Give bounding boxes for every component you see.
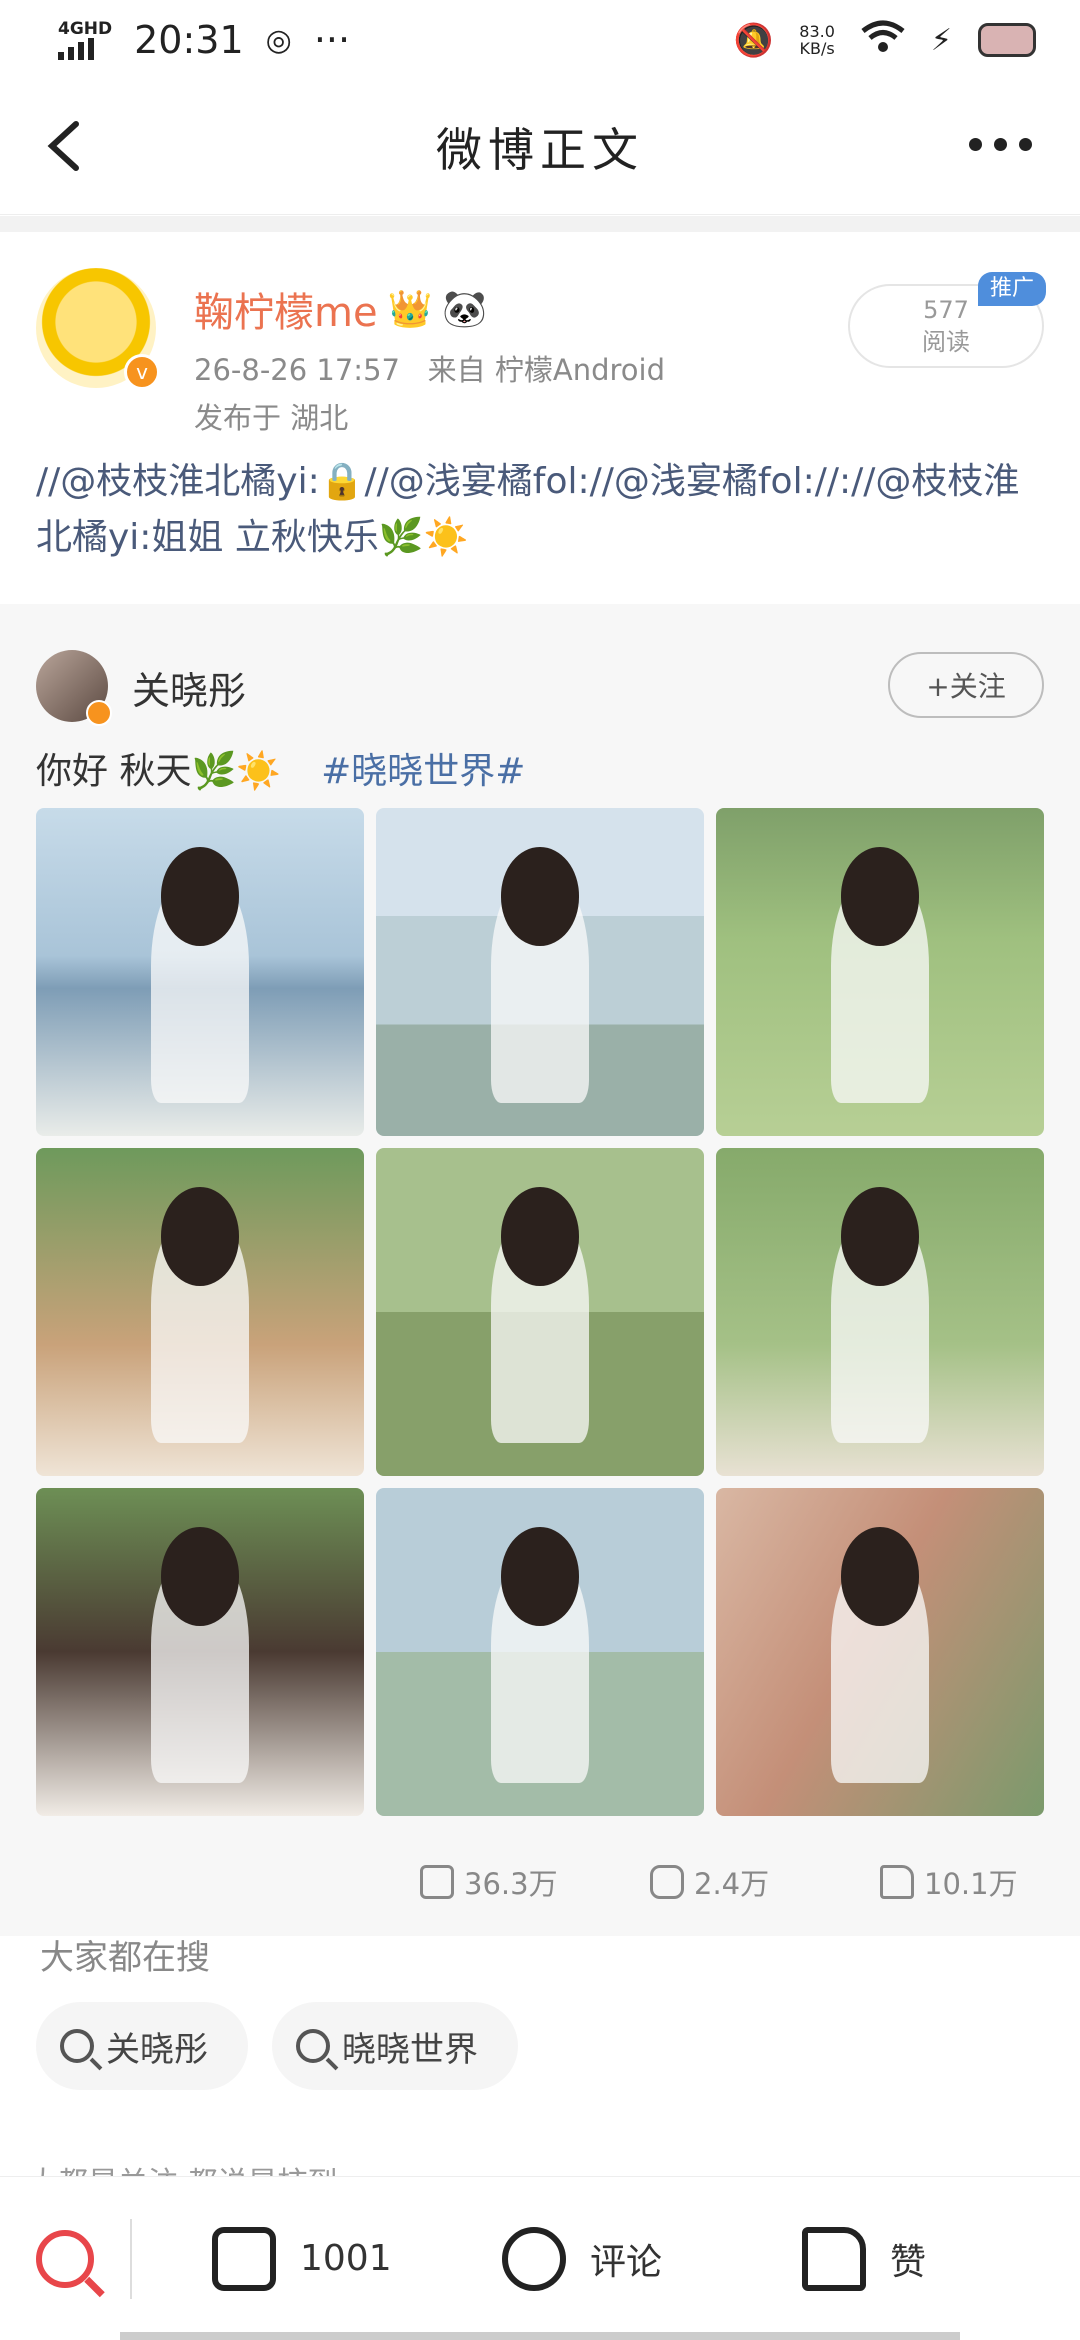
repost-count: 1001 xyxy=(300,2238,392,2279)
photo-8[interactable] xyxy=(376,1488,704,1816)
thumbs-up-icon xyxy=(802,2226,866,2291)
comment-action[interactable]: 2.4万 xyxy=(650,1861,880,1903)
comment-icon xyxy=(502,2226,566,2291)
photo-2[interactable] xyxy=(376,808,704,1136)
comment-button[interactable]: 评论 xyxy=(462,2226,762,2291)
page-title: 微博正文 xyxy=(436,123,644,177)
back-icon[interactable] xyxy=(38,116,98,176)
share-icon xyxy=(212,2226,276,2291)
network-indicator: 4GHD xyxy=(58,20,112,60)
mute-icon: 🔕 xyxy=(733,21,774,59)
post-author-name: 鞠柠檬me xyxy=(194,290,378,336)
post-time-source: 26-8-26 17:57 来自 柠檬Android xyxy=(194,346,665,394)
charging-icon: ⚡ xyxy=(930,22,952,58)
post-text: //@枝枝淮北橘yi:🔒//@浅宴橘fol://@浅宴橘fol://://@枝枝… xyxy=(36,461,1020,558)
trending-search-title: 大家都在搜 xyxy=(40,1938,210,1978)
comment-icon xyxy=(650,1865,684,1899)
search-chips: 关晓彤 晓晓世界 xyxy=(36,2002,518,2090)
post-author[interactable]: 鞠柠檬me 👑 🐼 xyxy=(194,280,487,338)
photo-1[interactable] xyxy=(36,808,364,1136)
cut-off-text: 大都是关注 都说是柿到 xyxy=(28,2158,338,2176)
network-label: 4GHD xyxy=(58,19,113,39)
repost-body: 你好 秋天🌿☀️ xyxy=(36,751,282,792)
status-right: 🔕 83.0 KB/s ⚡ xyxy=(733,18,1036,62)
promo-badge[interactable]: 推广 xyxy=(978,272,1046,306)
speed-value: 83.0 xyxy=(799,22,835,41)
wifi-icon xyxy=(861,18,905,62)
repost-card[interactable]: 关晓彤 +关注 你好 秋天🌿☀️ #晓晓世界# 36.3万 2.4万 10.1万 xyxy=(0,604,1080,1936)
weibo-notify-icon: ◎ xyxy=(265,22,292,58)
search-icon xyxy=(36,2229,94,2288)
follow-button[interactable]: +关注 xyxy=(888,652,1044,718)
status-bar: 4GHD 20:31 ◎ ··· 🔕 83.0 KB/s ⚡ xyxy=(0,0,1080,80)
share-count: 36.3万 xyxy=(464,1867,558,1901)
search-chip[interactable]: 晓晓世界 xyxy=(272,2002,518,2090)
post-meta: 26-8-26 17:57 来自 柠檬Android 发布于 湖北 xyxy=(194,346,665,442)
comment-label: 评论 xyxy=(590,2241,663,2283)
post-location: 发布于 湖北 xyxy=(194,401,349,435)
repost-author-name[interactable]: 关晓彤 xyxy=(132,660,246,715)
photo-5[interactable] xyxy=(376,1148,704,1476)
hashtag-link[interactable]: #晓晓世界# xyxy=(321,751,525,792)
photo-6[interactable] xyxy=(716,1148,1044,1476)
photo-3[interactable] xyxy=(716,808,1044,1136)
more-options-icon[interactable] xyxy=(969,138,1032,151)
search-button[interactable] xyxy=(0,2229,130,2288)
verified-badge-icon xyxy=(86,700,112,726)
clock: 20:31 xyxy=(134,18,244,62)
share-action[interactable]: 36.3万 xyxy=(420,1861,650,1903)
panda-icon: 🐼 xyxy=(442,289,488,330)
home-indicator[interactable] xyxy=(120,2332,960,2340)
repost-actions: 36.3万 2.4万 10.1万 xyxy=(0,1842,1080,1922)
repost-button[interactable]: 1001 xyxy=(162,2226,462,2291)
section-divider xyxy=(0,216,1080,232)
post-time: 26-8-26 17:57 xyxy=(194,353,400,387)
photo-7[interactable] xyxy=(36,1488,364,1816)
photo-grid xyxy=(36,808,1044,1816)
search-chip-label: 关晓彤 xyxy=(106,2029,208,2070)
crown-icon: 👑 xyxy=(387,289,433,330)
verified-badge-icon: v xyxy=(124,354,160,390)
speed-unit: KB/s xyxy=(799,39,835,58)
search-icon xyxy=(296,2029,330,2063)
avatar[interactable]: v xyxy=(36,268,160,390)
more-notifications-icon: ··· xyxy=(313,18,351,62)
thumbs-up-icon xyxy=(880,1865,914,1899)
repost-text: 你好 秋天🌿☀️ #晓晓世界# xyxy=(36,742,525,794)
share-icon xyxy=(420,1865,454,1899)
like-label: 赞 xyxy=(890,2241,927,2283)
post-source: 来自 柠檬Android xyxy=(427,353,665,387)
search-chip-label: 晓晓世界 xyxy=(342,2029,478,2070)
repost-avatar[interactable] xyxy=(36,650,112,726)
photo-9[interactable] xyxy=(716,1488,1044,1816)
comment-count: 2.4万 xyxy=(694,1867,770,1901)
read-label: 阅读 xyxy=(922,328,970,356)
network-speed: 83.0 KB/s xyxy=(799,23,835,57)
photo-4[interactable] xyxy=(36,1148,364,1476)
battery-icon xyxy=(978,23,1036,57)
signal-icon xyxy=(58,38,112,60)
like-action[interactable]: 10.1万 xyxy=(880,1861,1080,1903)
like-button[interactable]: 赞 xyxy=(762,2226,1012,2291)
like-count: 10.1万 xyxy=(924,1867,1018,1901)
top-nav-bar: 微博正文 xyxy=(0,80,1080,215)
search-icon xyxy=(60,2029,94,2063)
bottom-action-bar: 1001 评论 赞 xyxy=(0,2176,1080,2340)
search-chip[interactable]: 关晓彤 xyxy=(36,2002,248,2090)
status-left: 4GHD 20:31 ◎ ··· xyxy=(58,18,350,62)
bottom-divider xyxy=(130,2218,132,2299)
